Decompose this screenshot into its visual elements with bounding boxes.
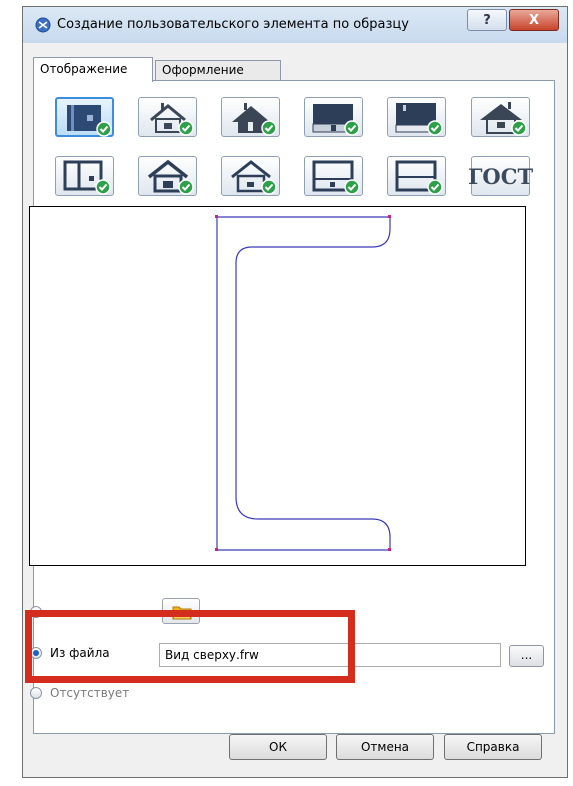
box-panel-icon: [312, 160, 360, 195]
box-outline-icon: [395, 160, 443, 195]
vertex-marker: [388, 215, 391, 218]
template-house-outline[interactable]: [221, 156, 280, 196]
annotation-highlight-box: [25, 610, 355, 683]
tab-display[interactable]: Отображение: [33, 57, 153, 82]
help-question-icon: ?: [483, 12, 491, 28]
template-house-filled[interactable]: [138, 156, 197, 196]
ok-button[interactable]: ОК: [229, 734, 327, 760]
window-title: Создание пользовательского элемента по о…: [57, 17, 409, 32]
vertex-marker: [215, 548, 218, 551]
source-option-none[interactable]: Отсутствует: [30, 683, 129, 703]
roof-house-icon: [480, 102, 527, 136]
frame-icon: [63, 160, 111, 195]
vertex-marker: [388, 548, 391, 551]
template-frame[interactable]: [55, 156, 114, 196]
template-box-outline[interactable]: [387, 156, 446, 196]
tab-design[interactable]: Оформление: [155, 60, 281, 81]
template-profile-section[interactable]: [55, 97, 114, 137]
template-house-chimney[interactable]: [138, 97, 197, 137]
help-button[interactable]: Справка: [444, 734, 542, 760]
preview-canvas: [29, 206, 526, 566]
help-title-button[interactable]: ?: [467, 9, 507, 31]
template-house-door[interactable]: [221, 97, 280, 137]
house-door-icon: [232, 103, 277, 136]
channel-profile-drawing: [215, 215, 391, 551]
close-icon: X: [528, 12, 540, 28]
template-wall-window[interactable]: [387, 97, 446, 137]
app-logo-icon: [35, 17, 51, 33]
none-label: Отсутствует: [50, 686, 130, 700]
none-radio[interactable]: [30, 687, 42, 699]
profile-section-icon: [67, 105, 112, 137]
vertex-marker: [215, 215, 218, 218]
template-wall-block[interactable]: [304, 97, 363, 137]
title-bar: Создание пользовательского элемента по о…: [23, 7, 567, 43]
wall-block-icon: [312, 104, 360, 136]
gost-label: ГОСТ: [467, 163, 534, 189]
close-button[interactable]: X: [509, 9, 559, 31]
wall-window-icon: [395, 103, 443, 136]
template-box-panel[interactable]: [304, 156, 363, 196]
template-gost[interactable]: ГОСТ: [467, 156, 534, 196]
house-outline-icon: [231, 160, 277, 195]
house-chimney-icon: [150, 103, 194, 136]
house-filled-icon: [147, 159, 194, 195]
cancel-button[interactable]: Отмена: [336, 734, 434, 760]
template-roof-house[interactable]: [471, 97, 530, 137]
browse-button[interactable]: ...: [509, 645, 544, 667]
